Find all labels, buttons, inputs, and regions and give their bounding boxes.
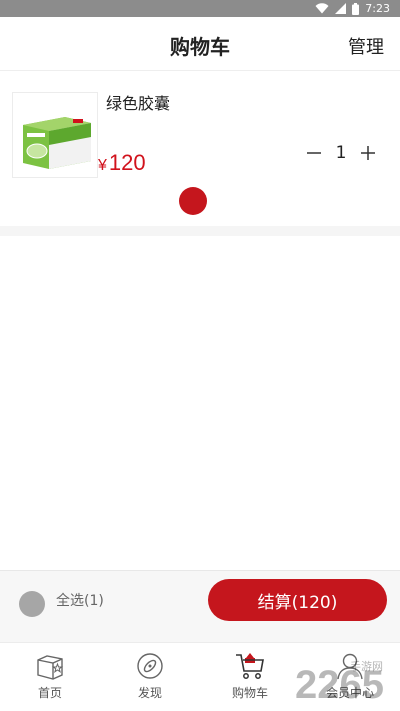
signal-icon [335,3,347,14]
compass-icon [137,653,163,679]
tab-member-label: 会员中心 [325,686,374,700]
select-all-label[interactable]: 全选(1) [56,590,104,610]
quantity-value[interactable]: 1 [326,143,356,163]
price-value: 120 [108,150,146,175]
product-name[interactable]: 绿色胶囊 [106,90,170,114]
page-title: 购物车 [170,35,230,59]
tab-home[interactable]: 首页 [10,649,90,709]
home-box-star-icon [37,655,64,680]
quantity-stepper: 1 [302,140,380,166]
tab-bar: 首页 发现 购物车 会员中心 [0,642,400,711]
minus-button[interactable] [302,140,326,166]
tab-home-label: 首页 [37,686,62,700]
tab-discover-label: 发现 [137,686,162,700]
checkout-bar: 全选(1) 结算(120) [0,570,400,642]
product-price: ¥120 [98,150,146,176]
checkout-button[interactable]: 结算(120) [208,579,387,621]
tab-discover[interactable]: 发现 [110,649,190,709]
manage-button[interactable]: 管理 [348,33,384,59]
status-bar: 7:23 [0,0,400,17]
status-time: 7:23 [365,2,390,15]
minus-icon [307,152,321,154]
battery-icon [352,2,360,15]
tab-member[interactable]: 会员中心 [310,649,390,709]
section-divider [0,226,400,236]
plus-icon [361,146,375,160]
cart-icon [236,653,264,679]
plus-button[interactable] [356,140,380,166]
header: 购物车 管理 [0,17,400,71]
product-thumbnail[interactable] [12,92,98,178]
currency-symbol: ¥ [98,157,107,174]
select-all-checkbox[interactable] [19,591,45,617]
item-select-checkbox[interactable] [179,187,207,215]
cart-item: 绿色胶囊 ¥120 1 [0,72,400,226]
wifi-icon [315,3,329,14]
tab-cart-label: 购物车 [231,686,268,700]
tab-cart[interactable]: 购物车 [210,649,290,709]
user-icon [337,653,363,680]
